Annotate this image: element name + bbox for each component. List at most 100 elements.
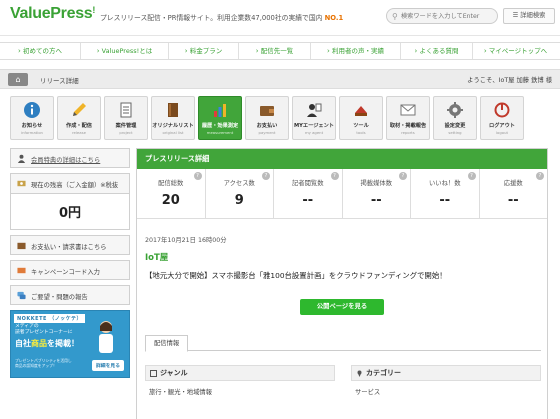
- stat-value: --: [370, 193, 382, 208]
- wallet-icon: [260, 106, 274, 116]
- category-section: カテゴリー サービス: [351, 365, 541, 402]
- member-benefits-link[interactable]: 会員特典の詳細はこちら: [10, 148, 130, 168]
- pencil-icon: [73, 103, 86, 116]
- nav-item-about[interactable]: › ValuePress!とは: [80, 43, 168, 59]
- nav-item-label: 利用者の声・実績: [331, 47, 384, 55]
- tile-sublabel: logout: [495, 130, 508, 135]
- tile-original-list[interactable]: オリジナルリスト original list: [151, 96, 195, 140]
- home-icon[interactable]: ⌂: [8, 73, 28, 86]
- info-tabs: 配信情報: [145, 335, 541, 352]
- tile-payment[interactable]: お支払い payment: [245, 96, 289, 140]
- tile-label: 設定変更: [444, 123, 466, 129]
- tile-label: 履歴・効果測定: [201, 123, 239, 129]
- banner-headline-highlight: 商品: [31, 339, 47, 348]
- tile-logout[interactable]: ログアウト logout: [480, 96, 524, 140]
- nokkete-banner[interactable]: NOKKETE （ノッケテ） メディアの 読者プレゼントコーナーに 自社商品を掲載…: [10, 310, 130, 378]
- mail-icon: [400, 104, 416, 116]
- nav-item-faq[interactable]: › よくある質問: [400, 43, 472, 59]
- nav-item-label: ValuePress!とは: [101, 47, 153, 55]
- breadcrumb-current: リリース詳細: [40, 77, 79, 85]
- site-header: ValuePress! プレスリリース配信・PR情報サイト。利用企業数47,00…: [0, 0, 560, 36]
- site-logo[interactable]: ValuePress!: [10, 5, 95, 23]
- advanced-search-button[interactable]: ☰ 詳細検索: [503, 8, 555, 24]
- release-date: 2017年10月21日 16時00分: [145, 237, 227, 244]
- breadcrumb: ⌂ リリース詳細 ようこそ、IoT屋 加藤 鉄博 様: [0, 69, 560, 89]
- banner-headline-suffix: を掲載！: [47, 339, 79, 348]
- company-name[interactable]: IoT屋: [145, 251, 168, 263]
- payment-link-text[interactable]: お支払い・請求書はこちら: [31, 242, 107, 251]
- welcome-message: ようこそ、IoT屋 加藤 鉄博 様: [467, 77, 552, 84]
- tile-setting[interactable]: 設定変更 setting: [433, 96, 477, 140]
- tools-icon: [355, 106, 367, 116]
- tile-reports[interactable]: 取材・掲載報告 reports: [386, 96, 430, 140]
- view-public-page-button[interactable]: 公開ページを見る: [300, 299, 384, 315]
- nav-item-testimonials[interactable]: › 利用者の声・実績: [310, 43, 400, 59]
- stats-row: ? 配信総数 20 ? アクセス数 9 ? 記者閲覧数 -- ? 掲載媒体数 -…: [137, 169, 547, 219]
- nav-item-pricing[interactable]: › 料金プラン: [168, 43, 238, 59]
- tile-label: MYエージェント: [294, 123, 334, 129]
- search-input[interactable]: [401, 11, 495, 22]
- logo-text[interactable]: ValuePress: [10, 5, 93, 22]
- agent-icon: [307, 103, 322, 117]
- tile-label: 取材・掲載報告: [389, 123, 427, 129]
- banner-line2: 読者プレゼントコーナーに: [15, 330, 73, 335]
- search-icon[interactable]: ⚲: [392, 12, 398, 21]
- tile-label: オリジナルリスト: [152, 123, 194, 129]
- stat-value: --: [302, 193, 314, 208]
- stat-access: ? アクセス数 9: [206, 169, 274, 218]
- category-value: サービス: [355, 389, 381, 396]
- chevron-icon: ›: [327, 47, 330, 55]
- tile-label: ログアウト: [489, 123, 515, 129]
- banner-subtitle: メディアの 読者プレゼントコーナーに: [15, 324, 73, 336]
- nav-item-beginners[interactable]: › 初めての方へ: [0, 43, 80, 59]
- site-tagline: プレスリリース配信・PR情報サイト。利用企業数47,000社の実績で国内 NO.…: [100, 12, 343, 22]
- banner-brand: NOKKETE （ノッケテ）: [14, 314, 85, 323]
- stat-support: ? 応援数 --: [480, 169, 548, 218]
- nav-item-destinations[interactable]: › 配信先一覧: [238, 43, 310, 59]
- banner-line1: メディアの: [15, 324, 39, 329]
- tab-delivery-info[interactable]: 配信情報: [145, 335, 189, 352]
- logo-mark[interactable]: !: [92, 5, 95, 15]
- banner-small-text: プレゼントパブリシティを活用し 商品の認知度をアップ！: [15, 358, 72, 368]
- category-header: カテゴリー: [351, 365, 541, 381]
- wallet-icon: [17, 242, 26, 250]
- chevron-icon: ›: [96, 47, 100, 55]
- tile-release[interactable]: 作成・配信 release: [57, 96, 101, 140]
- chat-icon: [17, 291, 26, 300]
- chevron-icon: ›: [184, 47, 188, 55]
- tile-sublabel: reports: [401, 130, 415, 135]
- tile-sublabel: payment: [258, 130, 276, 135]
- banner-detail-button[interactable]: 詳細を見る: [92, 360, 124, 371]
- stat-label: いいね！数: [429, 180, 461, 187]
- tile-information[interactable]: お知らせ information: [10, 96, 54, 140]
- genre-header: ジャンル: [145, 365, 335, 381]
- nav-item-mypage[interactable]: › マイページトップへ: [472, 43, 558, 59]
- advanced-search-icon: ☰: [512, 12, 519, 19]
- chevron-icon: ›: [255, 47, 259, 55]
- campaign-code-button[interactable]: キャンペーンコード入力: [10, 260, 130, 280]
- person-icon: [17, 154, 26, 163]
- tile-project[interactable]: 案件管理 project: [104, 96, 148, 140]
- banner-person-illustration: [99, 321, 113, 353]
- banner-brand-name: NOKKETE: [17, 316, 47, 322]
- stat-label: 応援数: [503, 180, 523, 187]
- tile-measurement[interactable]: 履歴・効果測定 measurement: [198, 96, 242, 140]
- balance-amount: 0円: [58, 206, 82, 221]
- feedback-text[interactable]: ご要望・問題の報告: [31, 292, 88, 301]
- tile-sublabel: setting: [448, 130, 462, 135]
- feedback-button[interactable]: ご要望・問題の報告: [10, 285, 130, 305]
- campaign-code-text[interactable]: キャンペーンコード入力: [31, 267, 100, 276]
- tile-tools[interactable]: ツール tools: [339, 96, 383, 140]
- tile-my-agent[interactable]: MYエージェント my agent: [292, 96, 336, 140]
- stat-value: --: [439, 193, 451, 208]
- nav-item-label: よくある質問: [419, 47, 459, 55]
- payment-link[interactable]: お支払い・請求書はこちら: [10, 235, 130, 255]
- stat-reporter-views: ? 記者閲覧数 --: [274, 169, 343, 218]
- search-box[interactable]: ⚲: [386, 8, 498, 24]
- stat-delivery-total: ? 配信総数 20: [137, 169, 206, 218]
- member-benefits-text[interactable]: 会員特典の詳細はこちら: [31, 155, 100, 164]
- ticket-icon: [17, 267, 26, 274]
- nav-item-label: 初めての方へ: [22, 47, 62, 55]
- genre-value: 旅行・観光・地域情報: [149, 389, 212, 396]
- nav-item-label: 料金プラン: [189, 47, 223, 55]
